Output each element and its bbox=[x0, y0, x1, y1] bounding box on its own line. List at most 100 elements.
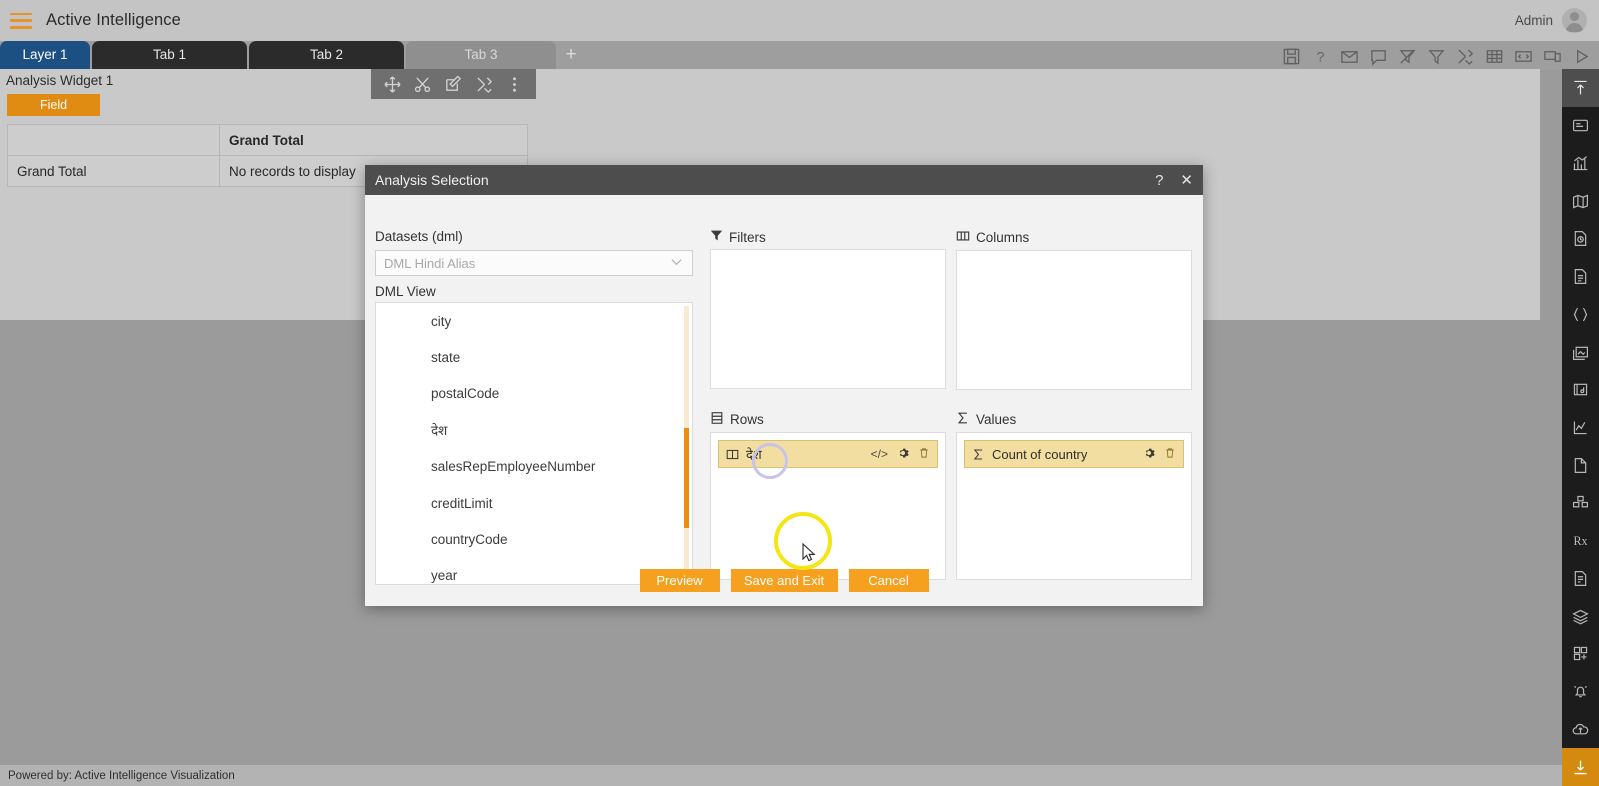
widget-icon[interactable] bbox=[1562, 107, 1599, 145]
move-icon[interactable] bbox=[383, 75, 402, 94]
images-icon[interactable] bbox=[1562, 333, 1599, 371]
footer-bar: Powered by: Active Intelligence Visualiz… bbox=[0, 765, 1562, 786]
document-clock-icon[interactable] bbox=[1562, 220, 1599, 258]
rows-drop-area[interactable]: देश </> bbox=[710, 432, 946, 580]
column-icon bbox=[726, 448, 739, 461]
field-pill[interactable]: Field bbox=[7, 94, 100, 116]
field-list[interactable]: city state postalCode देश salesRepEmploy… bbox=[375, 302, 693, 585]
gear-icon[interactable] bbox=[897, 447, 909, 461]
filter-icon[interactable] bbox=[1427, 47, 1446, 66]
cancel-button[interactable]: Cancel bbox=[848, 569, 929, 592]
braces-icon[interactable] bbox=[1562, 295, 1599, 333]
tab-tab-2[interactable]: Tab 2 bbox=[249, 41, 404, 69]
dialog-title-bar: Analysis Selection ? ✕ bbox=[365, 165, 1203, 195]
pivot-header-grand-total: Grand Total bbox=[219, 124, 528, 156]
list-item[interactable]: city bbox=[376, 303, 692, 339]
user-avatar-icon[interactable] bbox=[1562, 8, 1587, 33]
columns-zone: Columns bbox=[956, 229, 1192, 390]
list-item[interactable]: देश bbox=[376, 412, 692, 448]
tab-layer-1[interactable]: Layer 1 bbox=[0, 41, 90, 69]
help-icon[interactable]: ? bbox=[1311, 47, 1330, 66]
rows-chip-actions: </> bbox=[871, 447, 930, 461]
list-item[interactable]: salesRepEmployeeNumber bbox=[376, 449, 692, 485]
dialog-title: Analysis Selection bbox=[375, 172, 489, 188]
trash-icon[interactable] bbox=[1164, 447, 1176, 461]
save-and-exit-button[interactable]: Save and Exit bbox=[730, 569, 838, 592]
filter-icon bbox=[710, 229, 723, 245]
rx-icon[interactable]: Rx bbox=[1562, 522, 1599, 560]
chart-icon[interactable] bbox=[1562, 144, 1599, 182]
tools-icon[interactable] bbox=[1456, 47, 1475, 66]
close-icon[interactable]: ✕ bbox=[1180, 173, 1193, 188]
header-toolbar: ? bbox=[1282, 47, 1591, 69]
list-item[interactable]: countryCode bbox=[376, 521, 692, 557]
trash-icon[interactable] bbox=[918, 447, 930, 461]
columns-zone-header: Columns bbox=[956, 229, 1192, 246]
collapse-up-icon[interactable] bbox=[1562, 69, 1599, 107]
clear-filter-icon[interactable] bbox=[1398, 47, 1417, 66]
table-header-row: Grand Total bbox=[7, 124, 528, 156]
values-drop-area[interactable]: Count of country bbox=[956, 432, 1192, 580]
footer-text: Powered by: Active Intelligence Visualiz… bbox=[8, 769, 235, 782]
edit-icon[interactable] bbox=[444, 74, 463, 94]
cloud-upload-icon[interactable] bbox=[1562, 710, 1599, 748]
file-text-icon[interactable] bbox=[1562, 258, 1599, 296]
pivot-corner-cell bbox=[7, 124, 220, 156]
rows-chip[interactable]: देश </> bbox=[718, 440, 938, 468]
cubes-icon[interactable] bbox=[1562, 484, 1599, 522]
hamburger-icon[interactable] bbox=[10, 12, 32, 29]
settings-tools-icon[interactable] bbox=[475, 75, 494, 94]
values-zone-label: Values bbox=[976, 412, 1017, 427]
download-icon[interactable] bbox=[1562, 748, 1599, 786]
alert-bell-icon[interactable] bbox=[1562, 673, 1599, 711]
dialog-help-button[interactable]: ? bbox=[1155, 173, 1163, 188]
rows-icon bbox=[710, 411, 724, 428]
rows-chip-label: देश bbox=[746, 447, 762, 462]
sparkline-icon[interactable] bbox=[1562, 409, 1599, 447]
sigma-icon bbox=[972, 448, 985, 461]
filters-zone-label: Filters bbox=[729, 229, 766, 245]
list-item[interactable]: creditLimit bbox=[376, 485, 692, 521]
kebab-menu-icon[interactable] bbox=[505, 75, 524, 94]
preview-button[interactable]: Preview bbox=[639, 569, 720, 592]
list-item[interactable]: postalCode bbox=[376, 376, 692, 412]
page-corner-icon[interactable] bbox=[1562, 446, 1599, 484]
field-list-scrollbar-thumb[interactable] bbox=[684, 428, 689, 528]
gear-icon[interactable] bbox=[1143, 447, 1155, 461]
svg-text:?: ? bbox=[1317, 49, 1325, 65]
comment-icon[interactable] bbox=[1369, 47, 1388, 66]
mail-icon[interactable] bbox=[1340, 47, 1359, 66]
tab-tab-3[interactable]: Tab 3 bbox=[406, 41, 556, 69]
values-chip-label: Count of country bbox=[992, 446, 1088, 462]
dataset-select[interactable]: DML Hindi Alias bbox=[375, 250, 693, 276]
code-window-icon[interactable] bbox=[1514, 47, 1533, 66]
cut-icon[interactable] bbox=[413, 75, 432, 94]
report-icon[interactable] bbox=[1562, 560, 1599, 598]
values-zone: Values Count of country bbox=[956, 411, 1192, 580]
datasets-label: Datasets (dml) bbox=[375, 229, 463, 244]
svg-text:Rx: Rx bbox=[1573, 534, 1587, 548]
table-icon[interactable] bbox=[1485, 47, 1504, 66]
filters-drop-area[interactable] bbox=[710, 249, 946, 389]
code-icon[interactable]: </> bbox=[871, 448, 888, 460]
layers-icon[interactable] bbox=[1562, 597, 1599, 635]
app-title: Active Intelligence bbox=[46, 11, 181, 29]
dataset-select-value: DML Hindi Alias bbox=[384, 255, 476, 271]
add-tile-icon[interactable] bbox=[1562, 635, 1599, 673]
values-chip-actions bbox=[1143, 447, 1176, 461]
columns-zone-label: Columns bbox=[976, 230, 1030, 245]
map-icon[interactable] bbox=[1562, 182, 1599, 220]
values-zone-header: Values bbox=[956, 411, 1192, 428]
columns-drop-area[interactable] bbox=[956, 250, 1192, 390]
play-icon[interactable] bbox=[1572, 47, 1591, 66]
tab-tab-1[interactable]: Tab 1 bbox=[92, 41, 247, 69]
list-item[interactable]: state bbox=[376, 339, 692, 375]
copy-screen-icon[interactable] bbox=[1543, 47, 1562, 66]
values-chip[interactable]: Count of country bbox=[964, 440, 1184, 468]
chevron-down-icon bbox=[669, 254, 684, 272]
save-icon[interactable] bbox=[1282, 47, 1301, 66]
add-tab-button[interactable]: + bbox=[556, 41, 586, 69]
media-card-icon[interactable] bbox=[1562, 371, 1599, 409]
sigma-icon bbox=[956, 411, 970, 428]
tab-strip: Layer 1 Tab 1 Tab 2 Tab 3 + ? bbox=[0, 41, 1599, 69]
